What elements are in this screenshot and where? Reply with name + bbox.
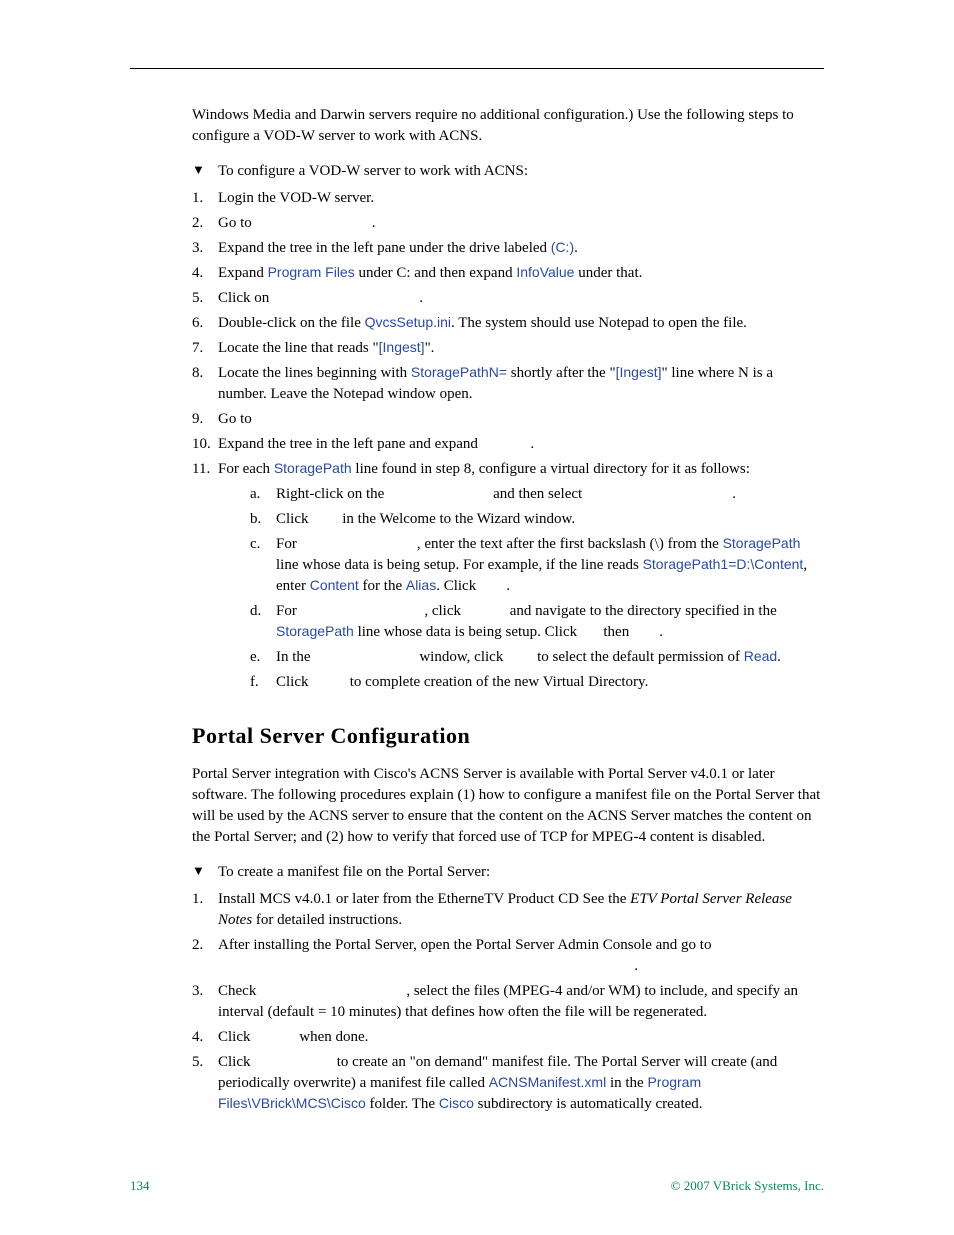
step2-4: 4. Click when done. xyxy=(192,1027,824,1048)
footer: 134 © 2007 VBrick Systems, Inc. xyxy=(130,1177,824,1195)
intro-paragraph: Windows Media and Darwin servers require… xyxy=(192,105,824,147)
substep-a: a. Right-click on the and then select . xyxy=(250,484,824,505)
procedure-title: To configure a VOD-W server to work with… xyxy=(218,161,824,182)
substeps-11: a. Right-click on the and then select . … xyxy=(250,484,824,693)
p2: Portal Server integration with Cisco's A… xyxy=(192,764,824,848)
substep-e: e. In the window, click to select the de… xyxy=(250,647,824,668)
step2-3: 3. Check , select the files (MPEG-4 and/… xyxy=(192,981,824,1023)
page-number: 134 xyxy=(130,1177,150,1195)
step-3: 3. Expand the tree in the left pane unde… xyxy=(192,238,824,259)
substep-d: d. For , click and navigate to the direc… xyxy=(250,601,824,643)
triangle-icon: ▼ xyxy=(192,161,218,179)
step-11: 11. For each StoragePath line found in s… xyxy=(192,459,824,697)
top-rule xyxy=(130,68,824,69)
page: Windows Media and Darwin servers require… xyxy=(0,0,954,1235)
step-9: 9. Go to xyxy=(192,409,824,430)
copyright: © 2007 VBrick Systems, Inc. xyxy=(671,1177,824,1195)
step-8: 8. Locate the lines beginning with Stora… xyxy=(192,363,824,405)
substep-c: c. For , enter the text after the first … xyxy=(250,534,824,597)
step-1: 1. Login the VOD-W server. xyxy=(192,188,824,209)
section-heading: Portal Server Configuration xyxy=(192,721,824,752)
step-7: 7. Locate the line that reads "[Ingest]"… xyxy=(192,338,824,359)
step-2: 2. Go to . xyxy=(192,213,824,234)
triangle-icon: ▼ xyxy=(192,862,218,880)
step2-5: 5. Click to create an "on demand" manife… xyxy=(192,1052,824,1115)
substep-f: f. Click to complete creation of the new… xyxy=(250,672,824,693)
procedure-heading-1: ▼ To configure a VOD-W server to work wi… xyxy=(192,161,824,182)
step2-1: 1. Install MCS v4.0.1 or later from the … xyxy=(192,889,824,931)
step-5: 5. Click on . xyxy=(192,288,824,309)
step-4: 4. Expand Program Files under C: and the… xyxy=(192,263,824,284)
procedure-heading-2: ▼ To create a manifest file on the Porta… xyxy=(192,862,824,883)
steps-list-2: 1. Install MCS v4.0.1 or later from the … xyxy=(192,889,824,1115)
step2-2: 2. After installing the Portal Server, o… xyxy=(192,935,824,977)
step-10: 10. Expand the tree in the left pane and… xyxy=(192,434,824,455)
procedure-title-2: To create a manifest file on the Portal … xyxy=(218,862,824,883)
substep-b: b. Click in the Welcome to the Wizard wi… xyxy=(250,509,824,530)
step-6: 6. Double-click on the file QvcsSetup.in… xyxy=(192,313,824,334)
steps-list-1: 1. Login the VOD-W server. 2. Go to . 3.… xyxy=(192,188,824,697)
